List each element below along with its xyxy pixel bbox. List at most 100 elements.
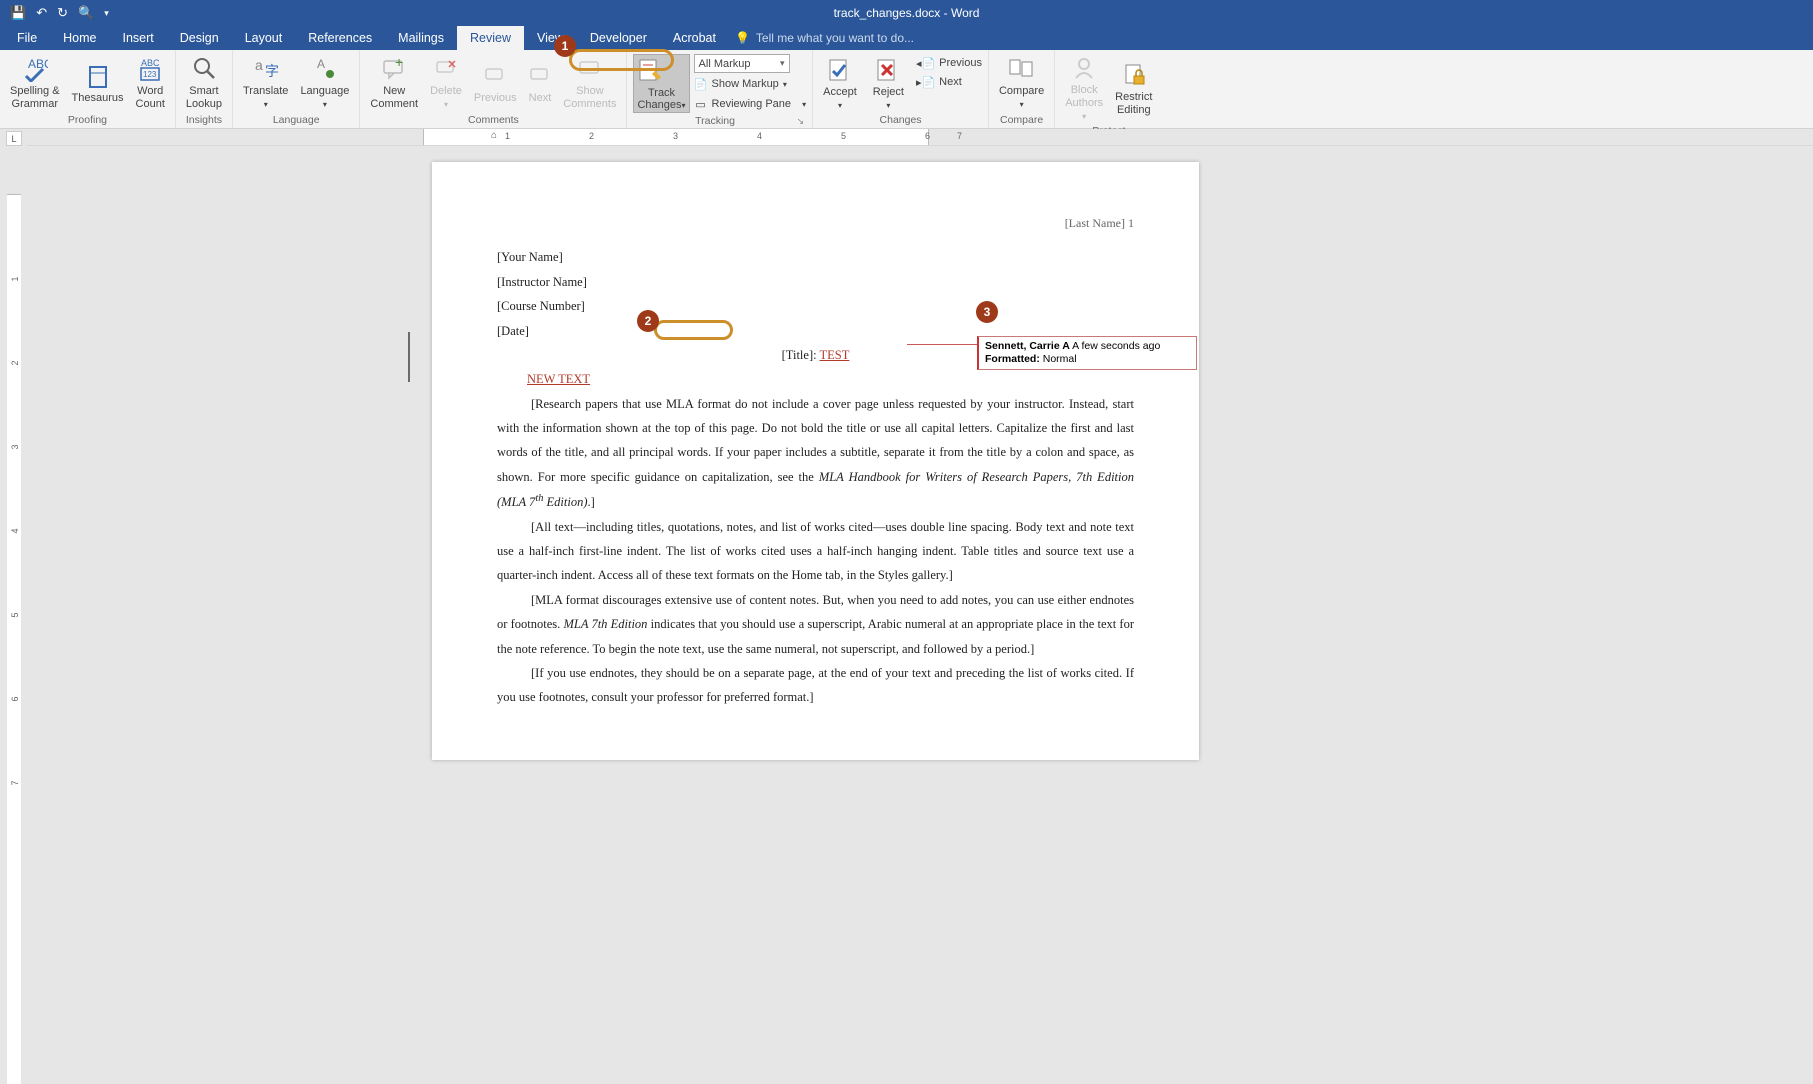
qat-more-icon[interactable]: ▾ <box>104 8 109 19</box>
word-count-icon: ABC 123 <box>137 53 163 85</box>
touch-mode-icon[interactable]: 🔍 <box>78 5 94 21</box>
tab-layout[interactable]: Layout <box>232 26 296 50</box>
title-bar: 💾 ↶ ↻ 🔍 ▾ track_changes.docx - Word <box>0 0 1813 26</box>
previous-change-button[interactable]: ◂📄Previous <box>916 54 982 72</box>
next-comment-icon <box>529 60 551 92</box>
revision-balloon-area: Sennett, Carrie A A few seconds ago Form… <box>977 336 1197 370</box>
reject-icon <box>875 54 901 86</box>
smart-lookup-icon <box>192 53 216 85</box>
svg-text:ABC: ABC <box>141 58 160 68</box>
svg-text:+: + <box>395 57 403 70</box>
field-course: [Course Number] <box>497 294 1134 318</box>
body-para-2: [All text—including titles, quotations, … <box>497 515 1134 588</box>
ribbon: ABC Spelling & Grammar Thesaurus ABC123 … <box>0 50 1813 129</box>
tab-review[interactable]: Review <box>457 26 524 50</box>
document-canvas: [Last Name] 1 [Your Name] [Instructor Na… <box>27 146 1813 1084</box>
tab-mailings[interactable]: Mailings <box>385 26 457 50</box>
group-label-changes: Changes <box>819 112 982 128</box>
next-change-button[interactable]: ▸📄Next <box>916 73 982 91</box>
thesaurus-icon <box>86 60 110 92</box>
block-authors-icon <box>1072 52 1096 84</box>
word-count-button[interactable]: ABC123 Word Count <box>132 53 169 111</box>
svg-text:123: 123 <box>143 70 157 79</box>
previous-comment-icon <box>484 60 506 92</box>
tab-developer[interactable]: Developer <box>577 26 660 50</box>
tab-insert[interactable]: Insert <box>110 26 167 50</box>
svg-text:A: A <box>317 57 325 71</box>
translate-button[interactable]: a字 Translate▾ <box>239 53 292 111</box>
display-for-review-dropdown[interactable]: All Markup <box>694 54 790 73</box>
show-markup-button[interactable]: 📄Show Markup▾ <box>694 75 807 93</box>
accept-icon <box>827 54 853 86</box>
vertical-ruler[interactable]: 1 2 3 4 5 6 7 <box>0 146 27 1084</box>
compare-button[interactable]: Compare▾ <box>995 53 1048 111</box>
quick-access-toolbar: 💾 ↶ ↻ 🔍 ▾ <box>0 5 119 21</box>
tell-me-search[interactable]: 💡 Tell me what you want to do... <box>735 31 914 45</box>
document-title: track_changes.docx - Word <box>834 6 980 20</box>
revision-balloon[interactable]: Sennett, Carrie A A few seconds ago Form… <box>977 336 1197 370</box>
field-instructor: [Instructor Name] <box>497 270 1134 294</box>
tab-acrobat[interactable]: Acrobat <box>660 26 729 50</box>
delete-comment-button[interactable]: Delete▾ <box>426 53 466 111</box>
restrict-editing-icon <box>1122 59 1146 91</box>
thesaurus-button[interactable]: Thesaurus <box>68 60 128 105</box>
compare-icon <box>1008 53 1036 85</box>
previous-comment-button[interactable]: Previous <box>470 60 521 105</box>
delete-comment-icon <box>435 53 457 85</box>
annotation-oval-1 <box>569 49 674 71</box>
language-icon: A <box>312 53 338 85</box>
horizontal-ruler[interactable]: ⌂ 1 2 3 4 5 6 7 <box>27 129 1813 146</box>
reject-button[interactable]: Reject▾ <box>869 54 908 112</box>
group-label-tracking: Tracking <box>633 113 796 129</box>
lightbulb-icon: 💡 <box>735 31 750 45</box>
tab-references[interactable]: References <box>295 26 385 50</box>
body-para-3: [MLA format discourages extensive use of… <box>497 588 1134 661</box>
tab-selector[interactable]: L <box>6 131 22 146</box>
tab-design[interactable]: Design <box>167 26 232 50</box>
body-para-1: [Research papers that use MLA format do … <box>497 392 1134 515</box>
tracking-launcher-icon[interactable]: ↘ <box>797 116 805 127</box>
inserted-title-text: TEST <box>820 348 850 362</box>
annotation-marker-2: 2 <box>637 310 659 332</box>
restrict-editing-button[interactable]: Restrict Editing <box>1111 59 1156 117</box>
show-markup-icon: 📄 <box>694 78 708 91</box>
smart-lookup-button[interactable]: Smart Lookup <box>182 53 226 111</box>
tell-me-placeholder: Tell me what you want to do... <box>756 31 914 45</box>
group-language: a字 Translate▾ A Language▾ Language <box>233 50 360 128</box>
field-your-name: [Your Name] <box>497 245 1134 269</box>
tab-file[interactable]: File <box>4 26 50 50</box>
change-bar <box>408 332 410 382</box>
spelling-icon: ABC <box>22 53 48 85</box>
group-proofing: ABC Spelling & Grammar Thesaurus ABC123 … <box>0 50 176 128</box>
previous-change-icon: ◂📄 <box>916 57 935 70</box>
block-authors-button[interactable]: Block Authors▾ <box>1061 52 1107 123</box>
undo-icon[interactable]: ↶ <box>36 5 47 21</box>
new-comment-icon: + <box>381 53 407 85</box>
reviewing-pane-button[interactable]: ▭Reviewing Pane ▾ <box>694 95 807 113</box>
group-label-compare: Compare <box>995 112 1048 128</box>
body-para-4: [If you use endnotes, they should be on … <box>497 661 1134 710</box>
new-comment-button[interactable]: + New Comment <box>366 53 422 111</box>
document-page[interactable]: [Last Name] 1 [Your Name] [Instructor Na… <box>432 162 1199 760</box>
inserted-newtext: NEW TEXT <box>527 367 1134 391</box>
svg-text:ABC: ABC <box>28 57 48 71</box>
group-changes: Accept▾ Reject▾ ◂📄Previous ▸📄Next Change… <box>813 50 989 128</box>
ribbon-tabs: File Home Insert Design Layout Reference… <box>0 26 1813 50</box>
svg-text:字: 字 <box>265 63 279 79</box>
group-label-comments: Comments <box>366 112 620 128</box>
annotation-marker-3: 3 <box>976 301 998 323</box>
next-comment-button[interactable]: Next <box>525 60 556 105</box>
revision-connector-line <box>907 344 977 345</box>
tab-home[interactable]: Home <box>50 26 109 50</box>
save-icon[interactable]: 💾 <box>10 5 26 21</box>
svg-text:a: a <box>255 57 263 73</box>
group-label-insights: Insights <box>182 112 226 128</box>
group-protect: Block Authors▾ Restrict Editing Protect <box>1055 50 1162 128</box>
group-label-proofing: Proofing <box>6 112 169 128</box>
spelling-grammar-button[interactable]: ABC Spelling & Grammar <box>6 53 64 111</box>
page-header: [Last Name] 1 <box>497 212 1134 235</box>
accept-button[interactable]: Accept▾ <box>819 54 861 112</box>
language-button[interactable]: A Language▾ <box>296 53 353 111</box>
group-compare: Compare▾ Compare <box>989 50 1055 128</box>
redo-icon[interactable]: ↻ <box>57 5 68 21</box>
